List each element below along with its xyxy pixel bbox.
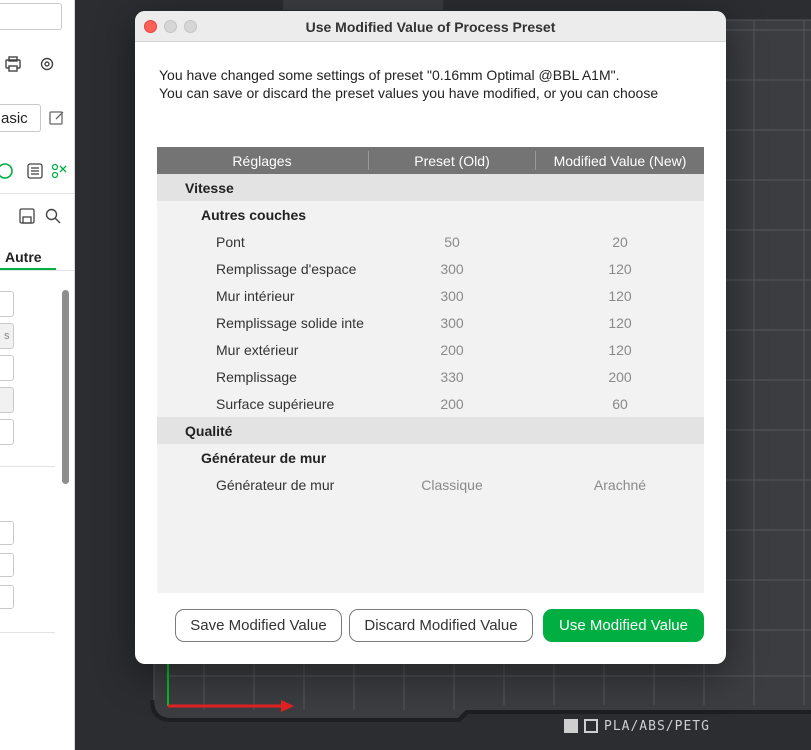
plate-type-icon — [584, 719, 598, 733]
gear-icon[interactable] — [38, 55, 56, 73]
sidebar-section-divider — [0, 466, 55, 467]
old-value: Classique — [421, 477, 483, 493]
table-row-subgroup: Autres couches — [157, 201, 704, 228]
sidebar-param-field-2[interactable]: s — [0, 323, 14, 349]
table-row-subgroup: Générateur de mur — [157, 444, 704, 471]
sidebar-param-field-1[interactable] — [0, 291, 14, 317]
new-value: 120 — [608, 315, 632, 331]
sidebar-param-field-6[interactable] — [0, 521, 14, 545]
toggle-circle-icon[interactable] — [0, 162, 14, 180]
sidebar-scrollbar[interactable] — [62, 290, 69, 484]
column-header-old: Preset (Old) — [414, 153, 490, 169]
list-view-icon[interactable] — [26, 162, 44, 180]
table-row: Générateur de mur Classique Arachné — [157, 471, 704, 498]
column-header-new: Modified Value (New) — [553, 153, 687, 169]
sidebar-param-unit: s — [4, 330, 10, 342]
sidebar-param-field-7[interactable] — [0, 553, 14, 577]
changes-table: Réglages Preset (Old) Modified Value (Ne… — [157, 147, 704, 593]
save-icon[interactable] — [18, 207, 36, 225]
group-label: Qualité — [185, 423, 233, 439]
sidebar-param-field-8[interactable] — [0, 585, 14, 609]
setting-name: Surface supérieure — [216, 396, 335, 412]
tab-other-label: Autre — [5, 249, 42, 265]
left-sidebar: asic Autre s — [0, 0, 75, 750]
new-value: 120 — [608, 261, 632, 277]
sidebar-param-field-4[interactable] — [0, 387, 14, 413]
setting-name: Remplissage solide inte — [216, 315, 364, 331]
old-value: 200 — [440, 342, 464, 358]
new-value: 60 — [612, 396, 628, 412]
discard-modified-value-button[interactable]: Discard Modified Value — [349, 609, 533, 642]
subgroup-label: Générateur de mur — [201, 450, 327, 466]
printer-settings-icon[interactable] — [4, 55, 22, 73]
search-icon[interactable] — [44, 207, 62, 225]
sidebar-top-field[interactable] — [0, 3, 62, 30]
setting-name: Mur extérieur — [216, 342, 299, 358]
process-preset-name: asic — [1, 110, 28, 127]
plate-label: PLA/ABS/PETG — [604, 719, 710, 734]
dialog-titlebar[interactable]: Use Modified Value of Process Preset — [135, 11, 726, 42]
table-row: Mur intérieur 300 120 — [157, 282, 704, 309]
table-header: Réglages Preset (Old) Modified Value (Ne… — [157, 147, 704, 174]
table-row: Remplissage solide inte 300 120 — [157, 309, 704, 336]
bambu-logo-icon — [564, 719, 578, 733]
use-modified-value-dialog: Use Modified Value of Process Preset You… — [135, 11, 726, 664]
save-modified-value-button[interactable]: Save Modified Value — [175, 609, 342, 642]
group-label: Vitesse — [185, 180, 234, 196]
setting-name: Générateur de mur — [216, 477, 335, 493]
use-modified-value-button[interactable]: Use Modified Value — [543, 609, 704, 642]
sidebar-section-divider-2 — [0, 632, 55, 633]
table-row: Pont 50 20 — [157, 228, 704, 255]
process-preset-select[interactable]: asic — [0, 104, 41, 132]
setting-name: Pont — [216, 234, 245, 250]
new-value: 120 — [608, 342, 632, 358]
tab-other[interactable]: Autre — [0, 246, 56, 270]
table-row: Mur extérieur 200 120 — [157, 336, 704, 363]
old-value: 300 — [440, 288, 464, 304]
old-value: 200 — [440, 396, 464, 412]
sidebar-param-field-3[interactable] — [0, 355, 14, 381]
setting-name: Remplissage d'espace — [216, 261, 357, 277]
old-value: 50 — [444, 234, 460, 250]
setting-name: Remplissage — [216, 369, 297, 385]
sidebar-divider — [0, 193, 74, 194]
column-header-settings: Réglages — [232, 153, 292, 169]
new-value: 20 — [612, 234, 628, 250]
dialog-message-line2: You can save or discard the preset value… — [159, 85, 659, 101]
tab-divider — [0, 270, 74, 271]
table-row: Remplissage d'espace 300 120 — [157, 255, 704, 282]
setting-name: Mur intérieur — [216, 288, 295, 304]
table-row-group: Qualité — [157, 417, 704, 444]
table-row: Surface supérieure 200 60 — [157, 390, 704, 417]
new-value: 120 — [608, 288, 632, 304]
sidebar-param-field-5[interactable] — [0, 419, 14, 445]
table-row-group: Vitesse — [157, 174, 704, 201]
old-value: 300 — [440, 315, 464, 331]
new-value: 200 — [608, 369, 632, 385]
old-value: 300 — [440, 261, 464, 277]
table-row: Remplissage 330 200 — [157, 363, 704, 390]
compare-icon[interactable] — [50, 162, 68, 180]
dialog-message-line1: You have changed some settings of preset… — [159, 67, 620, 83]
edit-icon[interactable] — [48, 109, 66, 127]
subgroup-label: Autres couches — [201, 207, 307, 223]
new-value: Arachné — [593, 477, 647, 493]
dialog-title: Use Modified Value of Process Preset — [305, 19, 556, 35]
old-value: 330 — [440, 369, 464, 385]
